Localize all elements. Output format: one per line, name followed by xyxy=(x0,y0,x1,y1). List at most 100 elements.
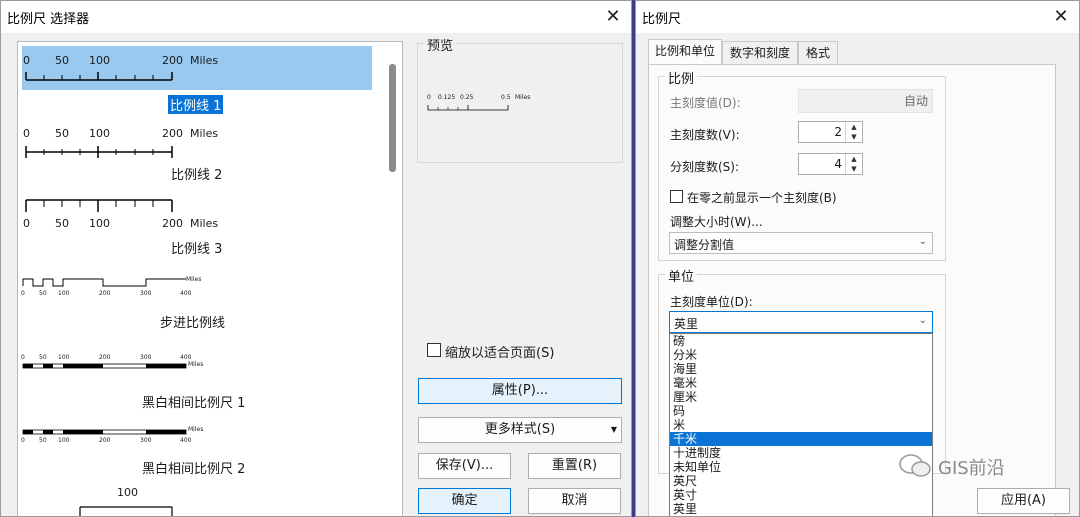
division-value-label: 主刻度值(D): xyxy=(670,96,741,110)
tick-label: 50 xyxy=(55,127,69,140)
dropdown-arrow-icon: ▼ xyxy=(610,425,617,434)
division-units-select[interactable]: 英里 ⌄ xyxy=(669,311,933,333)
tick-label: 100 xyxy=(58,354,70,361)
chevron-down-icon[interactable]: ▼ xyxy=(846,164,862,174)
tick-label: Miles xyxy=(190,127,219,140)
scalebar-1-label: 比例线 1 xyxy=(168,95,224,114)
chevron-up-icon[interactable]: ▲ xyxy=(846,122,862,132)
alternating-scalebar-1-graphic xyxy=(22,363,187,369)
list-scrollbar[interactable] xyxy=(389,64,396,172)
dropdown-option[interactable]: 毫米 xyxy=(670,376,932,390)
resize-behavior-value: 调整分割值 xyxy=(674,238,735,252)
tick-label: 200 xyxy=(99,290,111,297)
units-dropdown-list[interactable]: 磅 分米 海里 毫米 厘米 码 米 千米 十进制度 未知单位 英尺 英寸 英里 xyxy=(669,333,933,516)
alternating-scalebar-2-label: 黑白相间比例尺 2 xyxy=(142,462,246,477)
dropdown-option[interactable]: 码 xyxy=(670,404,932,418)
resize-label: 调整大小时(W)... xyxy=(670,215,763,229)
resize-behavior-select[interactable]: 调整分割值 ⌄ xyxy=(669,232,933,254)
tick-label: Miles xyxy=(186,276,202,283)
division-value-text: 自动 xyxy=(903,94,928,108)
tick-label: 200 xyxy=(99,437,111,444)
cancel-button[interactable]: 取消 xyxy=(528,488,621,514)
tick-label: 400 xyxy=(180,354,192,361)
dropdown-option[interactable]: 磅 xyxy=(670,334,932,348)
apply-button[interactable]: 应用(A) xyxy=(977,488,1070,514)
dropdown-option[interactable]: 厘米 xyxy=(670,390,932,404)
tick-label: 50 xyxy=(39,290,47,297)
more-styles-button[interactable]: 更多样式(S) ▼ xyxy=(418,417,622,443)
tick-label: 200 xyxy=(162,54,183,67)
chevron-up-icon[interactable]: ▲ xyxy=(846,154,862,164)
tick-label: 0 xyxy=(23,54,30,67)
dropdown-option-selected[interactable]: 千米 xyxy=(670,432,932,446)
list-item[interactable]: Miles 0 50 100 200 300 400 黑白相间比例尺 2 xyxy=(18,422,388,488)
tab-numbers-and-marks[interactable]: 数字和刻度 xyxy=(722,41,798,64)
preview-scalebar-graphic xyxy=(427,105,509,111)
division-value-field[interactable]: 自动 xyxy=(798,89,933,113)
more-styles-label: 更多样式(S) xyxy=(484,422,556,437)
stepper-arrows[interactable]: ▲ ▼ xyxy=(845,154,862,174)
subdivisions-value: 4 xyxy=(834,157,842,171)
list-item[interactable]: 0 50 100 200 Miles 比例线 2 xyxy=(18,124,388,188)
tick-label: 0.5 xyxy=(501,94,511,101)
dropdown-option[interactable]: 米 xyxy=(670,418,932,432)
dropdown-option[interactable]: 海里 xyxy=(670,362,932,376)
list-item[interactable]: 0 50 100 200 Miles 比例线 3 xyxy=(18,192,388,258)
tab-format[interactable]: 格式 xyxy=(798,41,838,64)
tick-label: 100 xyxy=(58,290,70,297)
chevron-down-icon: ⌄ xyxy=(918,236,927,247)
tick-label: 300 xyxy=(140,437,152,444)
title-bar: 比例尺 ✕ xyxy=(636,1,1079,33)
save-button[interactable]: 保存(V)... xyxy=(418,453,511,479)
alternating-scalebar-1-label: 黑白相间比例尺 1 xyxy=(142,396,246,411)
divisions-value: 2 xyxy=(834,125,842,139)
divisions-label: 主刻度数(V): xyxy=(670,128,740,142)
dropdown-option[interactable]: 分米 xyxy=(670,348,932,362)
tick-label: 50 xyxy=(39,437,47,444)
properties-button[interactable]: 属性(P)... xyxy=(418,378,622,404)
tick-label: 0 xyxy=(427,94,431,101)
preview-label: 预览 xyxy=(424,35,457,54)
stepped-scalebar-label: 步进比例线 xyxy=(160,316,226,331)
list-item[interactable]: 0 50 100 200 300 400 Miles 黑白相间比例尺 1 xyxy=(18,350,388,416)
tick-label: 0 xyxy=(21,290,25,297)
reset-button[interactable]: 重置(R) xyxy=(528,453,621,479)
tick-label: 50 xyxy=(55,54,69,67)
tick-label: 200 xyxy=(162,217,183,230)
tick-label: Miles xyxy=(188,426,204,433)
dropdown-option[interactable]: 未知单位 xyxy=(670,460,932,474)
list-item[interactable]: 0 50 100 200 Miles 比例线 1 xyxy=(18,46,388,116)
title-bar: 比例尺 选择器 ✕ xyxy=(1,1,631,33)
dropdown-option[interactable]: 英寸 xyxy=(670,488,932,502)
subdivisions-stepper[interactable]: 4 ▲ ▼ xyxy=(798,153,863,175)
dropdown-option[interactable]: 英尺 xyxy=(670,474,932,488)
tick-label: 0.125 xyxy=(438,94,456,101)
tick-label: 50 xyxy=(39,354,47,361)
divisions-stepper[interactable]: 2 ▲ ▼ xyxy=(798,121,863,143)
dropdown-option[interactable]: 英里 xyxy=(670,502,932,516)
list-item[interactable]: 100 xyxy=(18,486,388,516)
fit-to-page-checkbox[interactable] xyxy=(427,343,441,357)
tick-label: 50 xyxy=(55,217,69,230)
ok-button[interactable]: 确定 xyxy=(418,488,511,514)
close-icon[interactable]: ✕ xyxy=(1047,3,1075,31)
tick-label: 0 xyxy=(21,437,25,444)
scalebar-7-graphic xyxy=(79,506,173,516)
list-item[interactable]: Miles 0 50 100 200 300 400 步进比例线 xyxy=(18,272,388,336)
tick-label: 300 xyxy=(140,290,152,297)
tick-label: 400 xyxy=(180,437,192,444)
scalebar-1-graphic xyxy=(25,72,173,81)
tab-scale-and-units[interactable]: 比例和单位 xyxy=(648,39,722,65)
scalebar-properties-window: 比例尺 ✕ 比例和单位 数字和刻度 格式 比例 主刻度值(D): 自动 主刻度数… xyxy=(635,0,1080,517)
window-title: 比例尺 选择器 xyxy=(7,12,90,27)
dropdown-option[interactable]: 十进制度 xyxy=(670,446,932,460)
scalebar-2-label: 比例线 2 xyxy=(171,168,223,183)
tick-label: 0.25 xyxy=(460,94,474,101)
show-one-division-checkbox[interactable] xyxy=(670,190,683,203)
tick-label: 200 xyxy=(99,354,111,361)
scalebar-style-list[interactable]: 0 50 100 200 Miles 比例线 1 0 50 100 200 Mi… xyxy=(17,41,403,516)
tick-label: Miles xyxy=(190,54,219,67)
close-icon[interactable]: ✕ xyxy=(599,3,627,31)
chevron-down-icon[interactable]: ▼ xyxy=(846,132,862,142)
stepper-arrows[interactable]: ▲ ▼ xyxy=(845,122,862,142)
